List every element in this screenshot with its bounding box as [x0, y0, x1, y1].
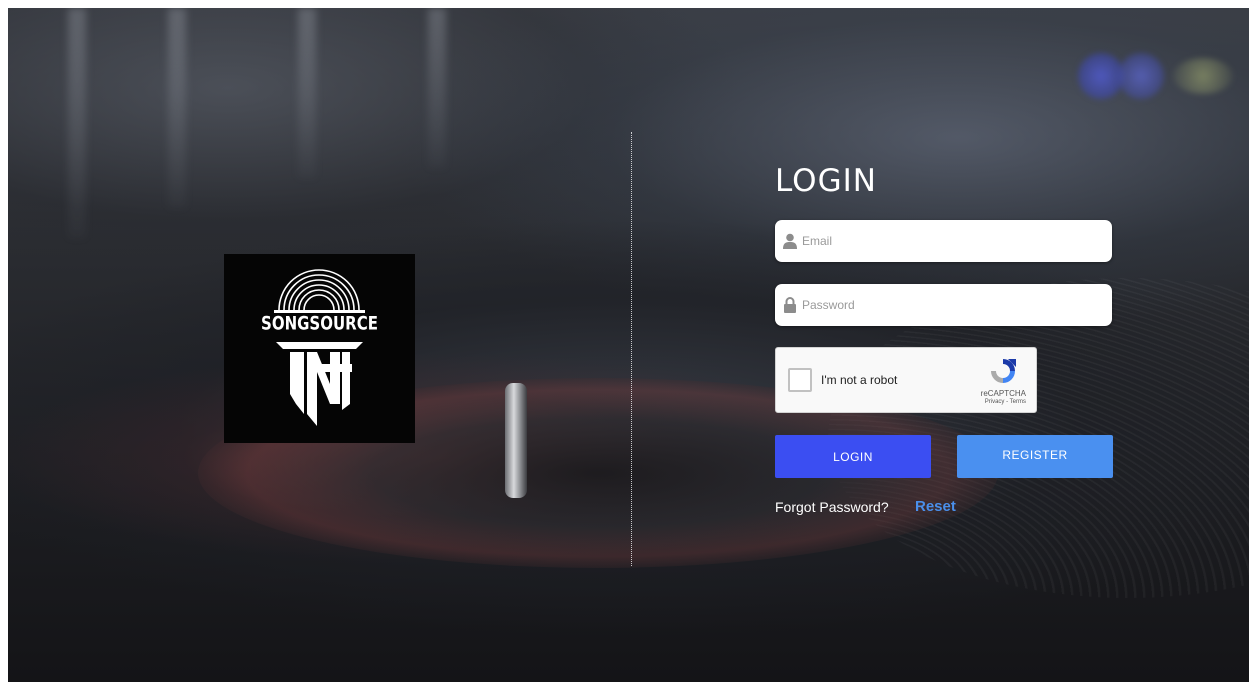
vertical-divider — [631, 132, 632, 566]
login-page: SONGSOURCE LOGIN I'm not a robot reCAPTC… — [8, 8, 1249, 682]
background-decoration — [1118, 53, 1164, 99]
background-decoration — [428, 8, 446, 168]
background-decoration — [1173, 58, 1233, 94]
register-button[interactable]: REGISTER — [957, 435, 1113, 478]
user-icon — [783, 233, 797, 249]
recaptcha-checkbox[interactable] — [788, 368, 812, 392]
password-field[interactable] — [775, 284, 1112, 326]
background-decoration — [168, 8, 186, 208]
background-decoration — [298, 8, 316, 178]
brand-logo: SONGSOURCE — [224, 254, 415, 443]
background-decoration — [68, 8, 86, 238]
background-decoration — [505, 383, 527, 498]
recaptcha-widget: I'm not a robot reCAPTCHA Privacy - Term… — [775, 347, 1037, 413]
vinyl-record-tn-logo — [274, 269, 365, 426]
recaptcha-label: I'm not a robot — [821, 373, 898, 387]
email-input[interactable] — [802, 220, 1102, 262]
email-field[interactable] — [775, 220, 1112, 262]
lock-icon — [784, 297, 796, 313]
recaptcha-privacy-terms[interactable]: Privacy - Terms — [985, 399, 1026, 405]
reset-password-link[interactable]: Reset — [915, 498, 956, 515]
forgot-password-text: Forgot Password? — [775, 499, 889, 515]
login-title: LOGIN — [775, 163, 877, 199]
recaptcha-icon — [991, 359, 1016, 383]
password-input[interactable] — [802, 284, 1102, 326]
login-button[interactable]: LOGIN — [775, 435, 931, 478]
recaptcha-brand: reCAPTCHA — [980, 389, 1026, 398]
logo-brand-text: SONGSOURCE — [261, 311, 378, 335]
